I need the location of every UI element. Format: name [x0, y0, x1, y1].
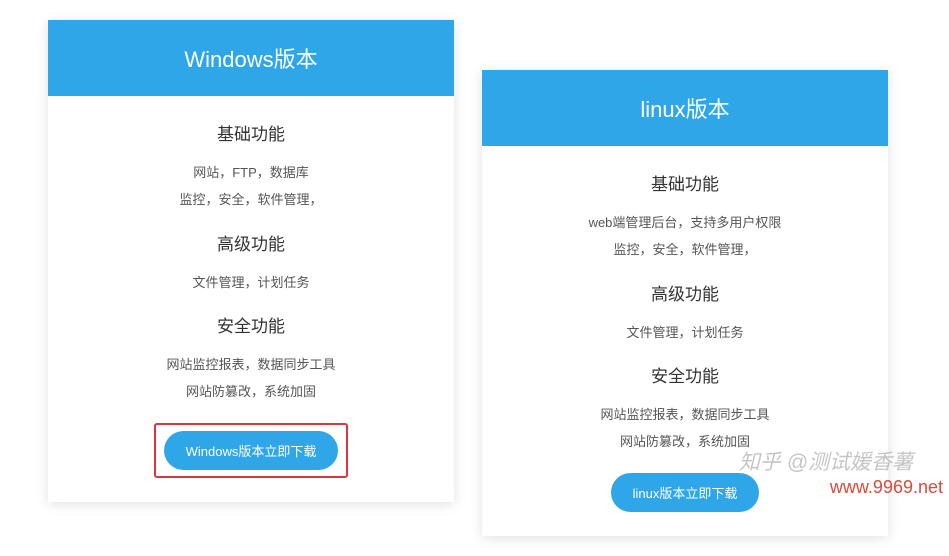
feature-line: 网站，FTP，数据库: [78, 159, 424, 186]
section-heading: 安全功能: [512, 362, 858, 387]
feature-line: 网站监控报表，数据同步工具: [512, 401, 858, 428]
feature-line: 监控，安全，软件管理，: [78, 186, 424, 213]
card-linux-body: 基础功能 web端管理后台，支持多用户权限 监控，安全，软件管理， 高级功能 文…: [482, 146, 888, 536]
feature-line: 文件管理，计划任务: [512, 319, 858, 346]
card-linux: linux版本 基础功能 web端管理后台，支持多用户权限 监控，安全，软件管理…: [482, 70, 888, 536]
feature-line: 网站防篡改，系统加固: [512, 428, 858, 455]
feature-line: 网站监控报表，数据同步工具: [78, 351, 424, 378]
section-heading: 安全功能: [78, 312, 424, 337]
section-heading: 基础功能: [512, 170, 858, 195]
feature-line: 文件管理，计划任务: [78, 269, 424, 296]
download-linux-button[interactable]: linux版本立即下载: [611, 473, 760, 512]
section-heading: 高级功能: [78, 230, 424, 255]
section-heading: 基础功能: [78, 120, 424, 145]
card-linux-header: linux版本: [482, 70, 888, 146]
section-heading: 高级功能: [512, 280, 858, 305]
highlight-selection-box: Windows版本立即下载: [154, 423, 349, 478]
card-windows-body: 基础功能 网站，FTP，数据库 监控，安全，软件管理， 高级功能 文件管理，计划…: [48, 96, 454, 502]
feature-line: web端管理后台，支持多用户权限: [512, 209, 858, 236]
feature-line: 监控，安全，软件管理，: [512, 236, 858, 263]
card-windows: Windows版本 基础功能 网站，FTP，数据库 监控，安全，软件管理， 高级…: [48, 20, 454, 502]
download-windows-button[interactable]: Windows版本立即下载: [164, 431, 339, 470]
card-windows-header: Windows版本: [48, 20, 454, 96]
feature-line: 网站防篡改，系统加固: [78, 378, 424, 405]
cards-container: Windows版本 基础功能 网站，FTP，数据库 监控，安全，软件管理， 高级…: [0, 0, 949, 556]
